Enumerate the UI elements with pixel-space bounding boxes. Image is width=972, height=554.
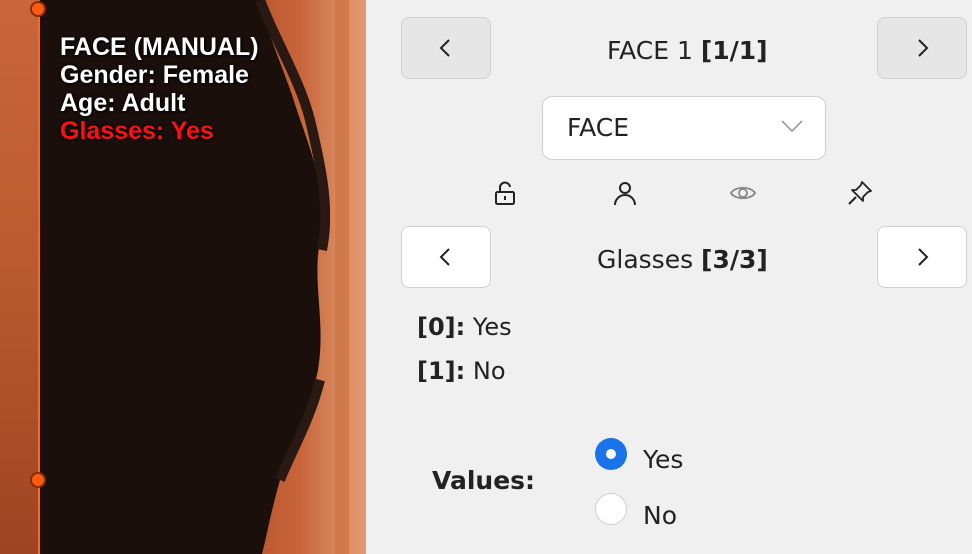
radio-no[interactable]: [595, 493, 627, 525]
next-face-button[interactable]: [877, 17, 967, 79]
properties-panel: FACE 1 [1/1] FACE Glasses [3/3] [0]: Yes…: [366, 0, 972, 554]
option-index: [0]:: [417, 313, 466, 341]
values-label: Values:: [432, 466, 536, 495]
chevron-right-icon: [918, 248, 929, 266]
eye-icon: [730, 186, 756, 200]
attribute-title-label: Glasses: [597, 245, 702, 274]
pin-icon: [848, 181, 872, 205]
unlock-icon: [495, 181, 515, 205]
option-text: Yes: [465, 313, 512, 341]
visibility-toggle[interactable]: [726, 176, 760, 210]
chevron-right-icon: [918, 39, 929, 57]
overlay-age: Age: Adult: [60, 89, 186, 117]
face-title: FACE 1 [1/1]: [607, 36, 768, 65]
bbox-handle-top[interactable]: [30, 1, 46, 17]
option-item: [0]: Yes: [417, 313, 512, 341]
chevron-left-icon: [439, 248, 450, 266]
overlay-glasses: Glasses: Yes: [60, 117, 214, 145]
overlay-gender: Gender: Female: [60, 61, 249, 89]
option-index: [1]:: [417, 357, 466, 385]
face-title-label: FACE 1: [607, 36, 701, 65]
select-value: FACE: [567, 113, 629, 142]
face-counter: [1/1]: [700, 36, 768, 65]
radio-yes[interactable]: [595, 438, 627, 470]
chevron-down-icon: [781, 120, 803, 133]
background-stripe: [335, 0, 349, 554]
radio-yes-label[interactable]: Yes: [643, 445, 683, 474]
option-text: No: [465, 357, 506, 385]
pin-button[interactable]: [843, 176, 877, 210]
attribute-title: Glasses [3/3]: [597, 245, 768, 274]
prev-face-button[interactable]: [401, 17, 491, 79]
face-region: [0, 0, 38, 554]
overlay-title: FACE (MANUAL): [60, 33, 259, 61]
object-type-select[interactable]: FACE: [542, 96, 826, 160]
radio-no-label[interactable]: No: [643, 501, 677, 530]
option-item: [1]: No: [417, 357, 506, 385]
image-canvas[interactable]: FACE (MANUAL) Gender: Female Age: Adult …: [0, 0, 366, 554]
user-icon: [614, 182, 636, 206]
lock-toggle[interactable]: [488, 176, 522, 210]
bbox-handle-middle[interactable]: [30, 472, 46, 488]
user-button[interactable]: [608, 176, 642, 210]
annotation-overlay: FACE (MANUAL) Gender: Female Age: Adult …: [60, 33, 259, 145]
chevron-left-icon: [439, 39, 450, 57]
prev-attribute-button[interactable]: [401, 226, 491, 288]
next-attribute-button[interactable]: [877, 226, 967, 288]
attribute-counter: [3/3]: [701, 245, 768, 274]
